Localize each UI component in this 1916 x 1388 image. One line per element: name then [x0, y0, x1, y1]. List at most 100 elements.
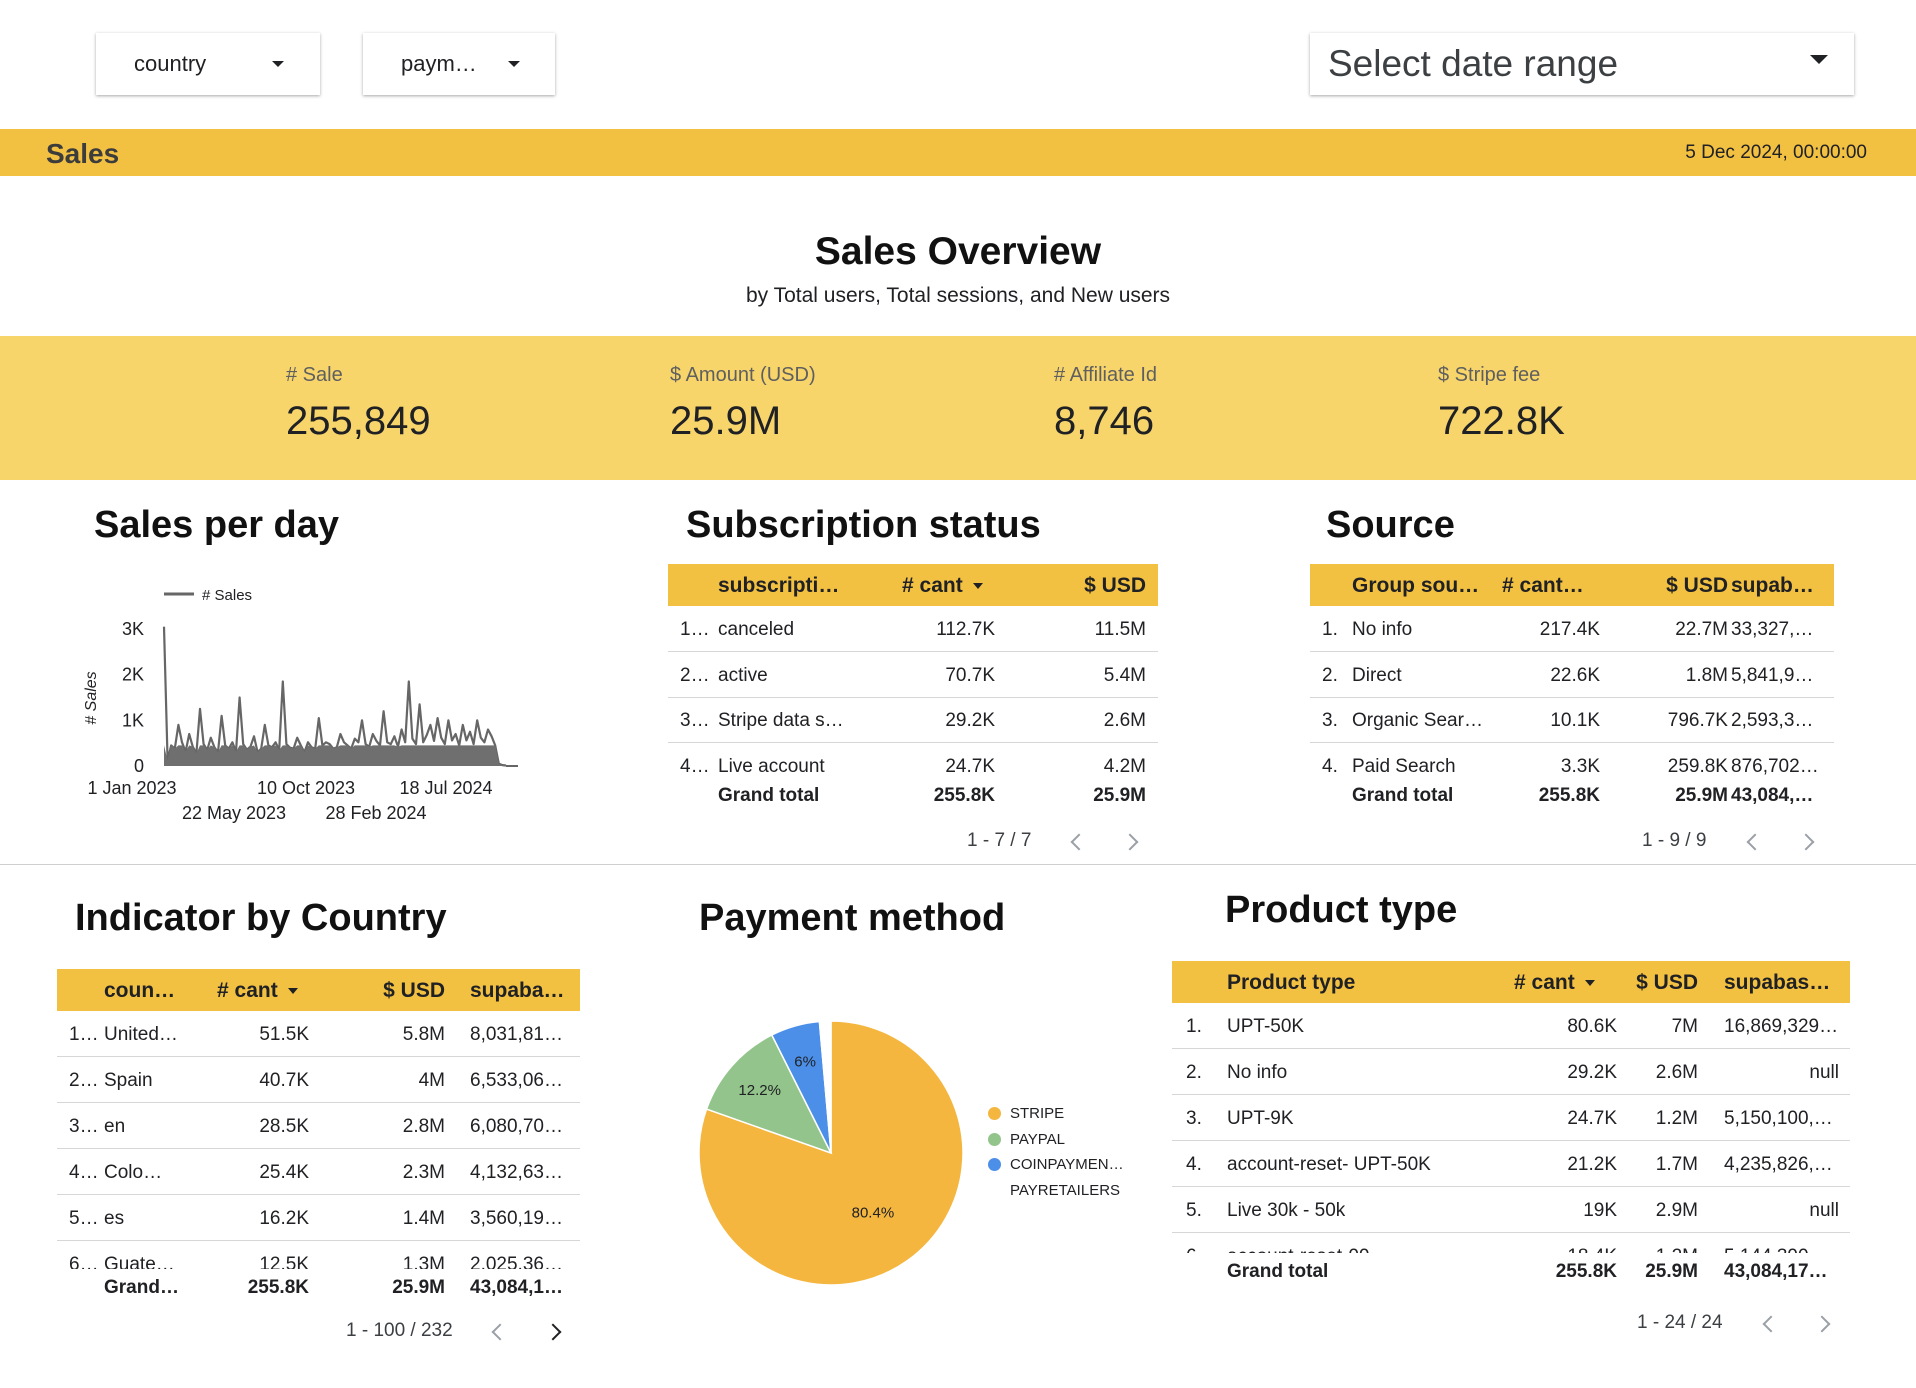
kpi-scorecards: # Sale 255,849 $ Amount (USD) 25.9M # Af… — [0, 336, 1916, 480]
table-row[interactable]: 3… Stripe data s… 29.2K 2.6M — [668, 697, 1158, 743]
prev-page-icon[interactable] — [1762, 1315, 1780, 1333]
row-cant: 22.6K — [1550, 664, 1600, 686]
x-tick-label: 10 Oct 2023 — [257, 778, 355, 798]
legend-swatch — [988, 1107, 1001, 1120]
row-index: 3… — [680, 710, 708, 731]
next-page-icon[interactable] — [1813, 1315, 1831, 1333]
table-row[interactable]: 3. UPT-9K 24.7K 1.2M 5,150,100,… — [1172, 1095, 1850, 1141]
row-supa: null — [1809, 1200, 1839, 1221]
column-header[interactable]: $ USD — [1640, 574, 1728, 598]
row-usd: 5.8M — [402, 1024, 445, 1045]
y-axis-label: # Sales — [83, 671, 100, 724]
table-row[interactable]: 3. Organic Sear… 10.1K 796.7K 2,593,35… — [1310, 697, 1834, 743]
country-table: coun… # cant $ USD supaba… 1… United… 51.5… — [57, 969, 580, 1309]
table-row[interactable]: 2. No info 29.2K 2.6M null — [1172, 1049, 1850, 1095]
row-index: 1… — [680, 619, 708, 640]
date-range-picker[interactable]: Select date range — [1310, 33, 1854, 95]
row-name: Direct — [1352, 664, 1402, 686]
total-label: Grand total — [1352, 785, 1454, 806]
row-cant: 24.7K — [945, 755, 995, 777]
table-row[interactable]: 4. account-reset- UPT-50K 21.2K 1.7M 4,235,8… — [1172, 1141, 1850, 1187]
row-name: No info — [1352, 619, 1413, 640]
table-row[interactable]: 3… en 28.5K 2.8M 6,080,705… — [57, 1103, 580, 1149]
table-row[interactable]: 4… Colo… 25.4K 2.3M 4,132,637… — [57, 1149, 580, 1195]
legend-swatch — [988, 1158, 1001, 1171]
row-index: 2. — [1322, 664, 1338, 686]
table-row[interactable]: 2. Direct 22.6K 1.8M 5,841,98… — [1310, 652, 1834, 698]
payment-method-title: Payment method — [699, 897, 1006, 939]
row-name: account-reset-99 — [1227, 1246, 1497, 1253]
column-header[interactable]: supab… — [1731, 574, 1823, 598]
table-row[interactable]: 5… es 16.2K 1.4M 3,560,195… — [57, 1195, 580, 1241]
series-line-sales — [162, 626, 507, 767]
table-row[interactable]: 1… canceled 112.7K 11.5M — [668, 606, 1158, 652]
total-cant: 255.8K — [1555, 1261, 1617, 1282]
row-supa: 6,080,705… — [470, 1116, 570, 1137]
country-filter[interactable]: country — [96, 33, 320, 95]
total-usd: 25.9M — [1093, 785, 1146, 806]
legend-item[interactable]: PAYRETAILERS — [988, 1182, 1120, 1199]
total-label: Grand total — [1227, 1261, 1329, 1282]
table-row[interactable]: 1… United… 51.5K 5.8M 8,031,817… — [57, 1011, 580, 1057]
x-tick-label: 28 Feb 2024 — [325, 803, 426, 823]
prev-page-icon[interactable] — [1070, 833, 1088, 851]
column-header[interactable]: Group sou… — [1352, 574, 1482, 598]
table-row[interactable]: 4. Paid Search 3.3K 259.8K 876,702,… — [1310, 743, 1834, 789]
product-table: Product type # cant $ USD supabas… 1. UPT… — [1172, 961, 1850, 1301]
table-row[interactable]: 6. account-reset-99 18.4K1.2M 5,144,390 — [1172, 1233, 1850, 1253]
payment-filter[interactable]: paym… — [363, 33, 555, 95]
date-range-label: Select date range — [1328, 43, 1619, 84]
legend-item[interactable]: STRIPE — [988, 1105, 1064, 1122]
table-row[interactable]: 6… Guate… 12.5K 1.3M 2,025,361… — [57, 1241, 580, 1269]
row-cant: 21.2K — [1567, 1154, 1617, 1175]
kpi-sales: # Sale 255,849 — [286, 364, 431, 444]
row-usd: 2.3M — [402, 1162, 445, 1183]
prev-page-icon[interactable] — [491, 1323, 509, 1341]
pagination-label: 1 - 9 / 9 — [1642, 830, 1707, 851]
table-row[interactable]: 2… Spain 40.7K 4M 6,533,062… — [57, 1057, 580, 1103]
column-header[interactable]: $ USD — [1038, 574, 1146, 598]
sales-per-day-chart: # Sales # Sales 3K 2K 1K 01 Jan 2023 10 Oct 20… — [83, 587, 518, 823]
prev-page-icon[interactable] — [1746, 833, 1764, 851]
x-tick-label: 18 Jul 2024 — [399, 778, 492, 798]
row-supa: 5,841,98… — [1731, 664, 1823, 686]
table-row[interactable]: 4… Live account 24.7K 4.2M — [668, 743, 1158, 789]
payment-method-pie-chart: 80.4% 12.2% 6% — [698, 1020, 964, 1286]
next-page-icon[interactable] — [544, 1323, 562, 1341]
pagination-label: 1 - 7 / 7 — [967, 830, 1032, 851]
y-tick-label: 0 — [134, 756, 144, 776]
row-name: Live account — [718, 755, 825, 777]
row-usd: 1.4M — [402, 1208, 445, 1229]
table-header: subscripti… # cant $ USD — [668, 564, 1158, 606]
row-usd: 2.9M — [1655, 1200, 1698, 1221]
legend-item[interactable]: PAYPAL — [988, 1131, 1065, 1148]
table-row[interactable]: 1. No info 217.4K 22.7M 33,327,4… — [1310, 606, 1834, 652]
row-index: 1. — [1322, 619, 1338, 640]
pagination-label: 1 - 100 / 232 — [346, 1320, 453, 1341]
chevron-down-icon — [1810, 55, 1828, 64]
row-name: No info — [1227, 1062, 1288, 1083]
legend-item[interactable]: COINPAYMEN… — [988, 1156, 1124, 1173]
column-header[interactable]: # cant… — [1502, 574, 1600, 598]
row-usd: 7M — [1671, 1016, 1698, 1037]
table-row[interactable]: 5. Live 30k - 50k 19K 2.9M null — [1172, 1187, 1850, 1233]
row-cant: 29.2K — [1567, 1062, 1617, 1083]
row-supa: 4,132,637… — [470, 1162, 570, 1183]
column-header[interactable]: subscripti… — [718, 574, 848, 598]
column-header-sorted[interactable]: # cant — [902, 574, 1012, 598]
row-index: 3. — [1186, 1108, 1202, 1129]
row-cant: 29.2K — [945, 710, 995, 731]
row-index: 6… — [69, 1254, 99, 1269]
row-name: UPT-9K — [1227, 1108, 1294, 1129]
next-page-icon[interactable] — [1121, 833, 1139, 851]
table-row[interactable]: 1. UPT-50K 80.6K 7M 16,869,329… — [1172, 1003, 1850, 1049]
report-title: Sales — [46, 138, 120, 169]
country-filter-label: country — [134, 51, 207, 76]
row-cant: 217.4K — [1539, 619, 1600, 640]
kpi-affiliate: # Affiliate Id 8,746 — [1054, 364, 1157, 444]
table-row[interactable]: 2… active 70.7K 5.4M — [668, 652, 1158, 698]
row-name: account-reset- UPT-50K — [1227, 1154, 1431, 1175]
next-page-icon[interactable] — [1797, 833, 1815, 851]
row-supa: 2,593,35… — [1731, 710, 1823, 731]
legend-label: PAYRETAILERS — [1010, 1181, 1121, 1199]
